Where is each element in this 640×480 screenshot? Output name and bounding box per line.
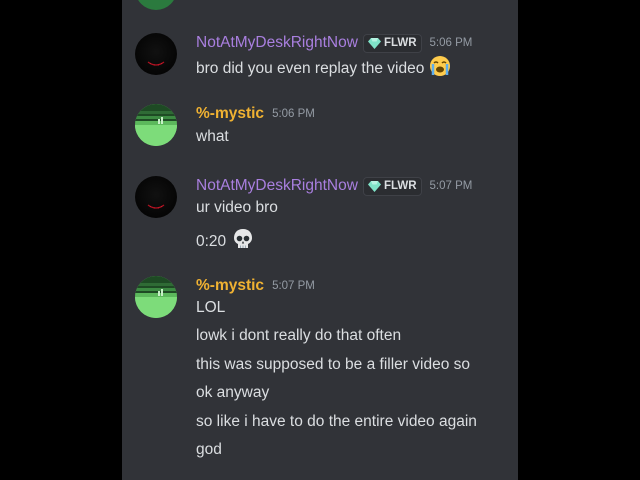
avatar-landscape-icon [135,276,177,318]
diamond-icon [367,180,381,192]
message-text: what [196,128,229,145]
message-line: ok anyway [196,384,269,402]
timestamp[interactable]: 5:06 PM [272,108,315,120]
avatar[interactable] [135,33,177,75]
loudly-crying-face-icon[interactable] [429,55,451,82]
message-text: bro did you even replay the video [196,59,425,77]
avatar[interactable] [135,0,177,10]
message-text: 0:20 [196,232,227,250]
author-name[interactable]: %-mystic [196,105,264,123]
guild-tag-label: FLWR [383,180,417,192]
guild-tag[interactable]: FLWR [362,176,422,196]
message-line: LOL [196,299,225,317]
message-text: ok anyway [196,384,270,401]
skull-icon[interactable] [231,227,255,256]
message-text: so like i have to do the entire video ag… [196,413,477,430]
author-name[interactable]: NotAtMyDeskRightNow [196,177,358,195]
message-line: this was supposed to be a filler video s… [196,356,470,374]
timestamp[interactable]: 5:07 PM [430,180,473,192]
message-text: lowk i dont really do that often [196,327,402,344]
avatar-landscape-icon [135,104,177,146]
message-text: ur video bro [196,199,278,216]
avatar-smile-icon [147,61,165,66]
message-line: god [196,441,222,459]
message-line: so like i have to do the entire video ag… [196,413,477,431]
message-line: 0:20 [196,227,255,256]
diamond-icon [367,37,381,49]
guild-tag-label: FLWR [383,37,417,49]
avatar[interactable] [135,176,177,218]
message-text: this was supposed to be a filler video s… [196,356,470,373]
avatar[interactable] [135,104,177,146]
timestamp[interactable]: 5:07 PM [272,280,315,292]
message-line: bro did you even replay the video [196,55,451,82]
author-name[interactable]: NotAtMyDeskRightNow [196,34,358,52]
message-line: what [196,128,229,146]
message-line: ur video bro [196,199,278,217]
avatar-smile-icon [147,204,165,209]
message-text: god [196,441,222,458]
guild-tag[interactable]: FLWR [362,33,422,53]
message-line: lowk i dont really do that often [196,327,401,345]
previous-message-stub [122,0,518,10]
avatar[interactable] [135,276,177,318]
message-text: LOL [196,299,226,316]
author-name[interactable]: %-mystic [196,277,264,295]
timestamp[interactable]: 5:06 PM [430,37,473,49]
chat-panel: NotAtMyDeskRightNow FLWR 5:06 PM bro did… [122,0,518,480]
